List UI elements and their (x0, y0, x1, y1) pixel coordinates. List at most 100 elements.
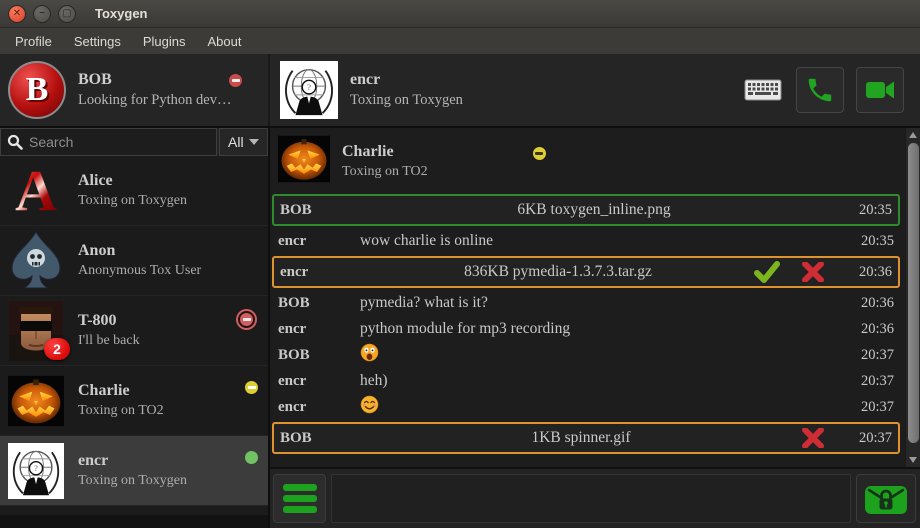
video-call-button[interactable] (856, 67, 904, 113)
menu-plugins[interactable]: Plugins (132, 31, 197, 52)
checkmark-icon (754, 261, 780, 283)
decline-file-button[interactable] (800, 261, 826, 283)
contact-row-t800[interactable]: 2 T-800 I'll be back (0, 296, 268, 366)
search-input[interactable] (29, 134, 210, 150)
menu-profile[interactable]: Profile (4, 31, 63, 52)
message-text: pymedia? what is it? (360, 294, 842, 312)
message-input[interactable] (331, 474, 851, 523)
window-maximize-button[interactable]: ▢ (58, 5, 76, 23)
hamburger-icon (283, 484, 317, 491)
file-transfer-label: 6KB toxygen_inline.png (362, 201, 826, 219)
message-time: 20:35 (842, 233, 894, 250)
scroll-up-button[interactable] (906, 128, 920, 142)
encrypted-send-icon (863, 481, 909, 517)
encr-avatar (8, 440, 64, 502)
accept-file-button[interactable] (754, 261, 780, 283)
window-minimize-button[interactable]: − (33, 5, 51, 23)
menu-about[interactable]: About (196, 31, 252, 52)
screen-keyboard-button[interactable] (742, 75, 784, 105)
message-row: BOB 20:37 (272, 342, 900, 368)
message-sender: BOB (280, 202, 362, 219)
alice-avatar: A (8, 160, 64, 222)
message-text: heh) (360, 372, 842, 390)
scroll-down-button[interactable] (906, 453, 920, 467)
file-transfer-label: 836KB pymedia-1.3.7.3.tar.gz (362, 263, 754, 281)
audio-call-button[interactable] (796, 67, 844, 113)
chat-panel: Charlie Toxing on TO2 BOB 6KB toxygen_in… (270, 128, 920, 528)
menu-settings[interactable]: Settings (63, 31, 132, 52)
titlebar: ✕ − ▢ Toxygen (0, 0, 920, 28)
header: B BOB Looking for Python dev… encr Toxin… (0, 54, 920, 128)
smiling-face-emoji (360, 395, 379, 414)
contact-name: T-800 (78, 312, 238, 330)
scrollbar-track[interactable] (906, 142, 920, 453)
file-transfer-row: BOB 1KB spinner.gif 20:37 (272, 422, 900, 454)
cancel-file-button[interactable] (800, 427, 826, 449)
contact-row-charlie[interactable]: Charlie Toxing on TO2 (0, 366, 268, 436)
busy-status-icon (238, 311, 255, 328)
message-row: encr heh) 20:37 (272, 368, 900, 394)
charlie-avatar (278, 134, 330, 189)
file-transfer-row: encr 836KB pymedia-1.3.7.3.tar.gz 20:36 (272, 256, 900, 288)
message-time: 20:36 (842, 321, 894, 338)
x-icon (802, 428, 824, 448)
message-sender: encr (278, 233, 360, 250)
scared-face-emoji (360, 343, 379, 362)
unread-count-badge: 2 (44, 338, 70, 360)
peer-avatar (280, 61, 338, 119)
message-sender: encr (278, 321, 360, 338)
window-close-button[interactable]: ✕ (8, 5, 26, 23)
keyboard-icon (744, 77, 782, 103)
message-time: 20:36 (842, 295, 894, 312)
chat-menu-button[interactable] (273, 474, 326, 523)
contact-status-message: Toxing on Toxygen (78, 473, 245, 489)
away-status-icon (245, 381, 258, 394)
message-text: python module for mp3 recording (360, 320, 842, 338)
composer (270, 467, 920, 528)
self-profile[interactable]: B BOB Looking for Python dev… (0, 54, 270, 126)
contact-name: Anon (78, 242, 258, 260)
x-icon (802, 262, 824, 282)
search-box (0, 128, 217, 156)
contact-list: A Alice Toxing on Toxygen (0, 156, 268, 528)
charlie-avatar (8, 370, 64, 432)
message-time: 20:35 (840, 202, 892, 219)
contact-row-anon[interactable]: Anon Anonymous Tox User (0, 226, 268, 296)
active-chat-header: encr Toxing on Toxygen (270, 54, 920, 126)
message-sender: BOB (280, 430, 362, 447)
scrollbar-thumb[interactable] (908, 143, 919, 443)
contacts-sidebar: All A Alice Toxing on Toxygen (0, 128, 270, 528)
message-sender: BOB (278, 347, 360, 364)
contact-name: Charlie (78, 382, 245, 400)
self-status-message: Looking for Python dev… (78, 92, 260, 109)
contact-status-message: Toxing on Toxygen (78, 193, 258, 209)
peer-name: encr (350, 71, 550, 89)
peer-info-card: Charlie Toxing on TO2 (272, 132, 900, 192)
contact-filter-dropdown[interactable]: All (219, 128, 268, 156)
self-name: BOB (78, 71, 112, 89)
anon-avatar (8, 230, 64, 292)
message-sender: BOB (278, 295, 360, 312)
contact-name: encr (78, 452, 245, 470)
chevron-down-icon (249, 139, 259, 145)
away-status-icon (533, 147, 546, 160)
peer-card-name: Charlie (342, 143, 428, 161)
contact-row-encr[interactable]: encr Toxing on Toxygen (0, 436, 268, 506)
contact-status-message: Anonymous Tox User (78, 263, 258, 279)
message-sender: encr (278, 399, 360, 416)
message-row: encr python module for mp3 recording 20:… (272, 316, 900, 342)
message-time: 20:37 (842, 373, 894, 390)
online-status-icon (245, 451, 258, 464)
message-time: 20:37 (840, 430, 892, 447)
chat-scrollbar[interactable] (905, 128, 920, 467)
menubar: Profile Settings Plugins About (0, 28, 920, 54)
file-transfer-row: BOB 6KB toxygen_inline.png 20:35 (272, 194, 900, 226)
busy-status-icon[interactable] (229, 74, 242, 87)
peer-status-message: Toxing on Toxygen (350, 92, 550, 109)
video-camera-icon (864, 76, 896, 104)
message-row: encr 20:37 (272, 394, 900, 420)
contact-status-message: I'll be back (78, 333, 238, 349)
send-message-button[interactable] (856, 474, 916, 523)
message-text: wow charlie is online (360, 232, 842, 250)
contact-row-alice[interactable]: A Alice Toxing on Toxygen (0, 156, 268, 226)
